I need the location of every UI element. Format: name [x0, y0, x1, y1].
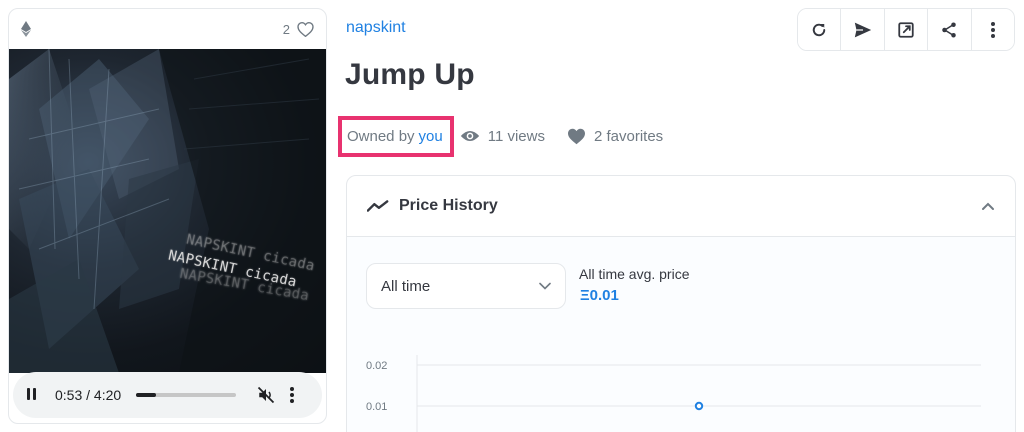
send-icon — [854, 22, 871, 37]
favorites-label: 2 favorites — [593, 127, 664, 145]
time-range-value: All time — [381, 277, 431, 295]
chart-data-point[interactable] — [694, 401, 704, 411]
eth-symbol: Ξ — [580, 287, 590, 304]
external-link-icon — [898, 21, 914, 38]
item-actions — [797, 8, 1015, 51]
artwork-image: NAPSKINT cicada NAPSKINT cicada NAPSKINT… — [9, 49, 326, 373]
chart-y-tick-label: 0.01 — [366, 401, 387, 413]
chart-y-tick-label: 0.02 — [366, 360, 387, 372]
avg-price-value: Ξ0.01 — [580, 287, 619, 304]
more-options-button[interactable] — [971, 9, 1014, 50]
favorite-count: 2 — [282, 21, 290, 37]
item-title: Jump Up — [345, 58, 475, 91]
media-card: 2 NAPSKINT cicada NAPSKINT cicada NAPSKI… — [8, 8, 327, 424]
avg-price-number: 0.01 — [589, 287, 619, 304]
price-history-panel: Price History All time All time avg. pri… — [346, 175, 1016, 432]
heart-outline-icon — [297, 21, 314, 37]
share-button[interactable] — [928, 9, 972, 50]
pause-icon[interactable] — [27, 388, 43, 402]
share-icon — [942, 22, 957, 37]
eye-icon — [460, 131, 479, 141]
chevron-up-icon[interactable] — [981, 202, 995, 211]
player-time: 0:53 / 4:20 — [55, 387, 122, 403]
transfer-button[interactable] — [841, 9, 885, 50]
player-progress-fill — [136, 393, 157, 397]
views-count: 11 views — [460, 128, 545, 145]
player-more-icon[interactable] — [289, 387, 295, 403]
item-stats-row: Owned by you 11 views 2 favorites — [338, 115, 663, 157]
refresh-icon — [813, 23, 826, 36]
favorite-toggle[interactable]: 2 — [282, 21, 314, 37]
open-external-button[interactable] — [884, 9, 929, 50]
refresh-button[interactable] — [798, 9, 842, 50]
avg-price-label: All time avg. price — [579, 266, 690, 282]
owner-link[interactable]: you — [419, 128, 443, 145]
more-vertical-icon — [990, 21, 995, 38]
player-progress-bar[interactable] — [136, 393, 237, 397]
price-history-body: All time All time avg. price Ξ0.01 0.02 0… — [347, 237, 1015, 432]
price-history-title: Price History — [399, 197, 498, 214]
media-card-header: 2 — [9, 9, 326, 49]
views-label: 11 views — [487, 127, 545, 145]
price-history-chart: 0.02 0.01 — [366, 355, 981, 432]
favorites-count[interactable]: 2 favorites — [567, 128, 663, 145]
owned-by-label: Owned by — [347, 127, 415, 145]
heart-filled-icon — [567, 128, 585, 144]
trend-line-icon — [367, 200, 389, 212]
time-range-select[interactable]: All time — [366, 263, 566, 309]
owned-by-highlight: Owned by you — [338, 115, 454, 157]
audio-player: 0:53 / 4:20 — [13, 372, 322, 418]
chevron-down-icon — [539, 282, 551, 290]
price-history-header[interactable]: Price History — [347, 176, 1015, 237]
collection-link[interactable]: napskint — [346, 19, 406, 37]
ethereum-icon — [21, 20, 33, 38]
mute-icon[interactable] — [257, 386, 275, 404]
